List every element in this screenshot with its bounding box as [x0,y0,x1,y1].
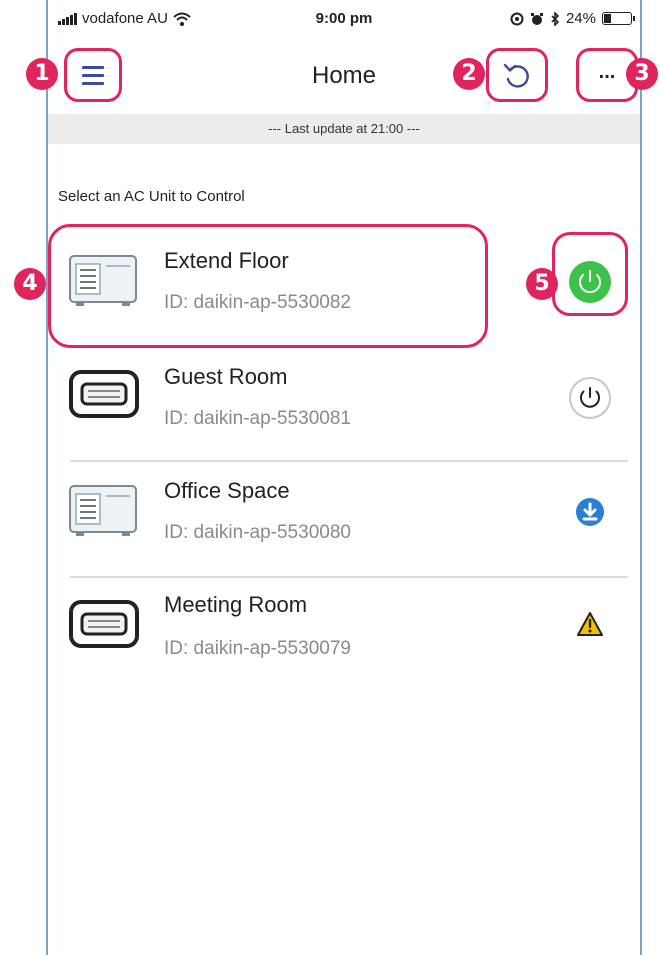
unit-name: Guest Room [164,364,288,389]
unit-id: ID: daikin-ap-5530082 [164,292,351,313]
unit-name: Extend Floor [164,248,289,273]
refresh-icon [503,63,529,88]
warning-icon [577,612,603,636]
callout-2: 2 [453,58,485,90]
refresh-button[interactable] [486,48,548,102]
ac-wall-unit-icon [69,370,139,418]
callout-3: 3 [626,58,658,90]
callout-4: 4 [14,268,46,300]
unit-row-meeting-room[interactable]: Meeting Room ID: daikin-ap-5530079 [48,578,640,694]
ac-unit-icon [69,255,137,306]
unit-name: Meeting Room [164,592,308,617]
warning-button[interactable] [568,602,612,646]
power-on-button[interactable] [568,260,612,304]
callout-5: 5 [526,268,558,300]
download-icon [576,498,604,526]
power-on-icon [569,261,611,303]
power-off-button[interactable] [568,376,612,420]
status-bar-right: 24% [510,10,635,27]
unit-id: ID: daikin-ap-5530081 [164,408,351,429]
power-off-icon [569,377,611,419]
unit-id: ID: daikin-ap-5530080 [164,522,351,543]
battery-icon [602,12,635,25]
select-unit-prompt: Select an AC Unit to Control [58,188,245,205]
phone-screen: vodafone AU 9:00 pm 24% Home ... --- Las… [46,0,642,955]
ac-wall-unit-icon [69,600,139,648]
nav-bar: Home ... [48,40,640,112]
page-title: Home [311,62,377,89]
more-options-icon: ... [598,61,616,83]
ac-unit-icon [69,485,137,536]
battery-percent: 24% [565,10,596,27]
rotation-lock-icon [510,12,524,25]
unit-name: Office Space [164,478,290,503]
bluetooth-icon [551,11,560,26]
unit-row-guest-room[interactable]: Guest Room ID: daikin-ap-5530081 [48,346,640,462]
status-bar: vodafone AU 9:00 pm 24% [48,0,640,40]
callout-1: 1 [26,58,58,90]
unit-id: ID: daikin-ap-5530079 [164,638,351,659]
alarm-icon [530,12,543,25]
download-button[interactable] [568,490,612,534]
last-update-banner: --- Last update at 21:00 --- [48,114,640,144]
unit-row-office-space[interactable]: Office Space ID: daikin-ap-5530080 [48,462,640,578]
